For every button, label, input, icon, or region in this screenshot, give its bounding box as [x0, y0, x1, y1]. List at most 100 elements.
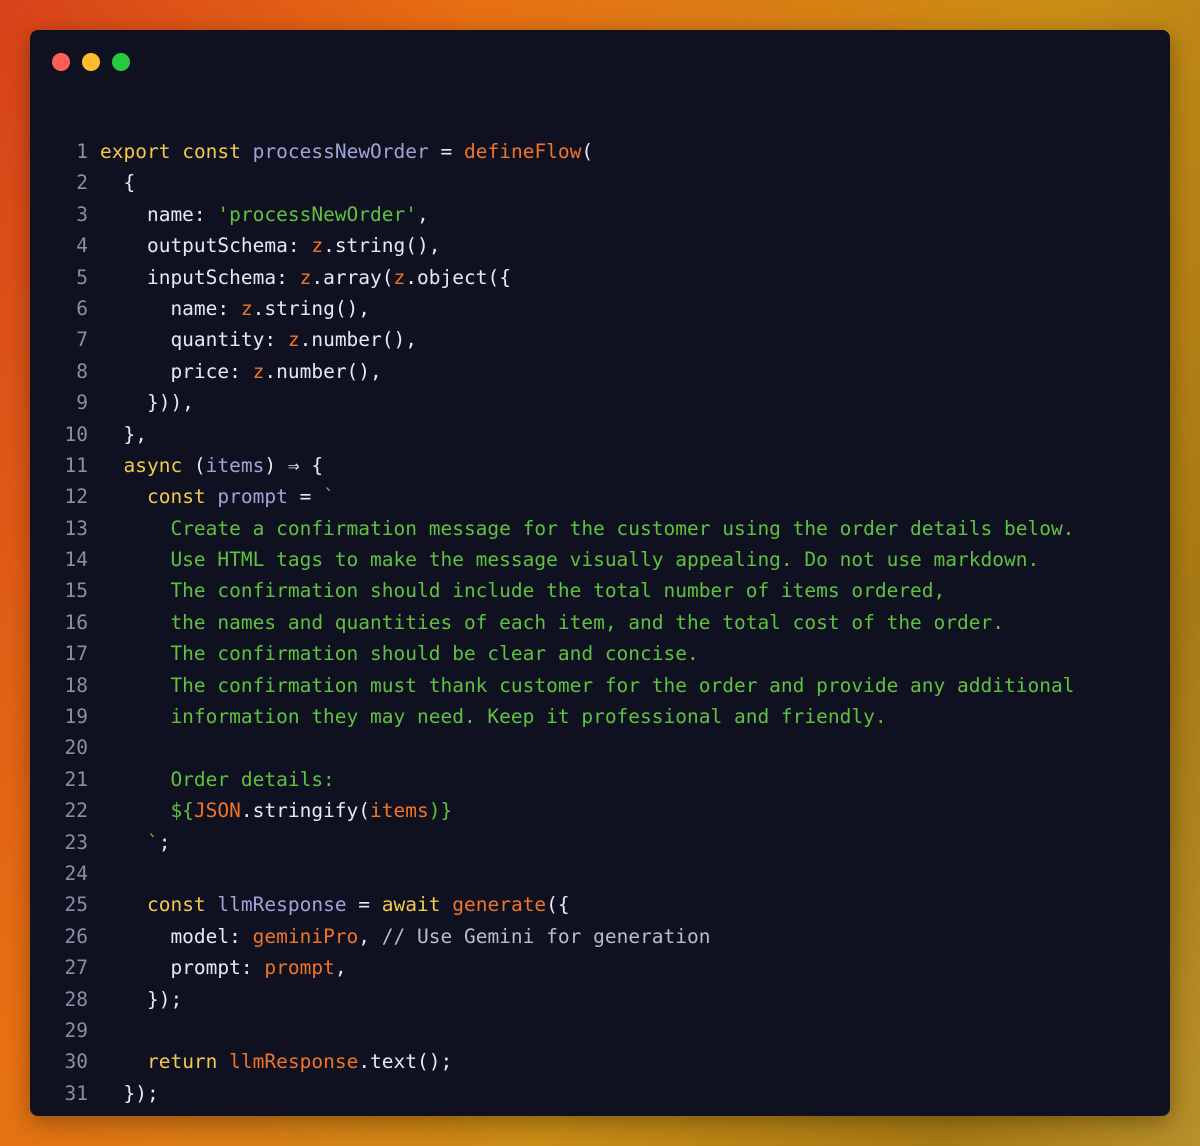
line-code: quantity: z.number(), [100, 324, 417, 355]
line-number: 5 [76, 265, 88, 289]
code-token: , [417, 202, 429, 226]
code-line: 17 The confirmation should be clear and … [30, 638, 1170, 669]
code-token: z [393, 265, 406, 289]
code-line: 21 Order details: [30, 764, 1170, 795]
code-token: const [146, 893, 206, 917]
code-token: await [381, 893, 441, 917]
code-line: 7 quantity: z.number(), [30, 324, 1170, 355]
line-code: The confirmation must thank customer for… [100, 670, 1074, 701]
code-token: ) ⇒ { [264, 453, 324, 477]
code-line: 5 inputSchema: z.array(z.object({ [30, 262, 1170, 293]
line-number: 30 [64, 1050, 88, 1074]
code-line: 8 price: z.number(), [30, 356, 1170, 387]
minimize-dot-icon[interactable] [82, 53, 100, 71]
code-token: = [428, 140, 464, 163]
line-code: const llmResponse = await generate({ [100, 889, 570, 920]
code-token: items [205, 453, 265, 477]
code-line: 3 name: 'processNewOrder', [30, 199, 1170, 230]
code-line: 4 outputSchema: z.string(), [30, 230, 1170, 261]
code-token: })), [100, 391, 194, 415]
line-code: name: z.string(), [100, 293, 370, 324]
line-code: name: 'processNewOrder', [100, 199, 429, 230]
line-number: 1 [76, 140, 88, 163]
line-code: }, [100, 419, 147, 450]
code-token: ` [323, 485, 335, 509]
code-line: 28 }); [30, 984, 1170, 1015]
code-token: model: [100, 924, 253, 948]
code-token: // Use Gemini for generation [381, 924, 711, 948]
line-number: 12 [64, 485, 88, 509]
code-line: 27 prompt: prompt, [30, 952, 1170, 983]
code-line: 23 `; [30, 827, 1170, 858]
line-number: 10 [64, 422, 88, 446]
code-token: ( [581, 140, 594, 163]
code-token: price: [100, 359, 253, 383]
line-number: 15 [64, 579, 88, 603]
line-number: 28 [64, 987, 88, 1011]
code-token: items [370, 799, 429, 823]
code-token: z [287, 328, 300, 352]
code-token: .number(), [299, 328, 417, 352]
line-number: 8 [76, 359, 88, 383]
code-token: .array( [311, 265, 394, 289]
code-line: 16 the names and quantities of each item… [30, 607, 1170, 638]
code-token: generate [452, 893, 547, 917]
code-token: z [311, 234, 324, 258]
code-token: ({ [546, 893, 570, 917]
code-line: 9 })), [30, 387, 1170, 418]
code-token: async [123, 453, 183, 477]
code-token: z [240, 296, 253, 320]
code-line: 10 }, [30, 419, 1170, 450]
line-number: 16 [64, 610, 88, 634]
code-line: 24 [30, 858, 1170, 889]
line-code: The confirmation should include the tota… [100, 575, 945, 606]
line-number: 31 [64, 1081, 88, 1105]
code-token: prompt [217, 485, 288, 509]
line-code: `; [100, 827, 171, 858]
code-line: 29 [30, 1015, 1170, 1046]
line-code: const prompt = ` [100, 481, 335, 512]
line-code: information they may need. Keep it profe… [100, 701, 886, 732]
line-number: 20 [64, 736, 88, 760]
line-code: ${JSON.stringify(items)} [100, 795, 452, 826]
code-line: 15 The confirmation should include the t… [30, 575, 1170, 606]
code-token: 'processNewOrder' [217, 202, 417, 226]
line-number: 19 [64, 705, 88, 729]
code-line: 13 Create a confirmation message for the… [30, 513, 1170, 544]
code-line: 18 The confirmation must thank customer … [30, 670, 1170, 701]
code-token: { [100, 171, 136, 195]
close-dot-icon[interactable] [52, 53, 70, 71]
line-code: export const processNewOrder = defineFlo… [100, 136, 593, 167]
code-token: inputSchema: [100, 265, 300, 289]
code-token: name: [100, 296, 241, 320]
code-token: ` [100, 830, 159, 854]
code-token: ${ [100, 799, 194, 823]
code-token: z [299, 265, 312, 289]
code-token: ( [182, 453, 206, 477]
line-code: }); [100, 1078, 159, 1109]
code-token: The confirmation should include the tota… [100, 579, 946, 603]
line-number: 18 [64, 673, 88, 697]
code-token: .string(), [252, 296, 371, 320]
line-number: 11 [64, 453, 88, 477]
code-token: = [346, 893, 382, 917]
line-number: 14 [64, 548, 88, 572]
code-token: Use HTML tags to make the message visual… [100, 548, 1040, 572]
code-token: const [182, 140, 241, 163]
code-token: }); [100, 987, 183, 1011]
code-line: 11 async (items) ⇒ { [30, 450, 1170, 481]
code-token: .string(), [323, 234, 441, 258]
code-token: processNewOrder [252, 140, 429, 163]
zoom-dot-icon[interactable] [112, 53, 130, 71]
line-code: async (items) ⇒ { [100, 450, 323, 481]
code-token: z [252, 359, 265, 383]
code-token: .stringify( [240, 799, 371, 823]
line-number: 13 [64, 516, 88, 540]
line-number: 6 [76, 296, 88, 320]
code-token: }); [100, 1081, 159, 1105]
